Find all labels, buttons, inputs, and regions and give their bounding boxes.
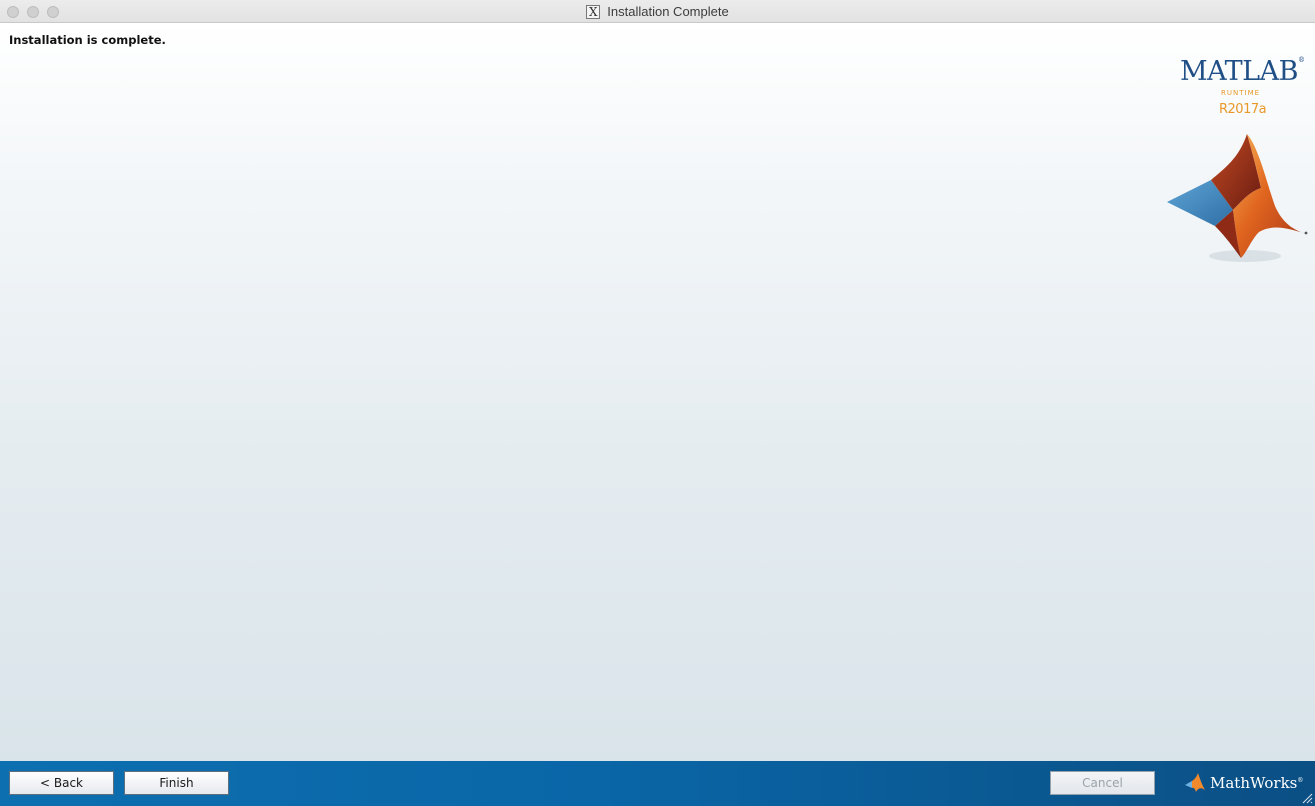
content-panel: Installation is complete. bbox=[0, 23, 1315, 761]
window-title-group: X Installation Complete bbox=[0, 0, 1315, 23]
resize-grip-icon[interactable] bbox=[1301, 792, 1313, 804]
release-label: R2017a bbox=[1219, 102, 1267, 117]
mathworks-logo: MathWorks® bbox=[1184, 771, 1303, 795]
matlab-wordmark: MATLAB® bbox=[1180, 56, 1305, 87]
installer-window: X Installation Complete Installation is … bbox=[0, 0, 1315, 806]
completion-message: Installation is complete. bbox=[9, 33, 166, 47]
back-button[interactable]: < Back bbox=[9, 771, 114, 795]
mathworks-logo-icon bbox=[1185, 773, 1205, 792]
button-bar: < Back Finish Cancel MathWorks® bbox=[0, 761, 1315, 806]
window-title: Installation Complete bbox=[607, 4, 729, 19]
matlab-membrane-icon bbox=[1167, 134, 1308, 262]
cancel-button[interactable]: Cancel bbox=[1050, 771, 1155, 795]
x11-icon: X bbox=[586, 4, 601, 19]
runtime-label: RUNTIME bbox=[1221, 89, 1261, 97]
title-bar: X Installation Complete bbox=[0, 0, 1315, 23]
finish-button[interactable]: Finish bbox=[124, 771, 229, 795]
mathworks-wordmark: MathWorks® bbox=[1210, 774, 1304, 792]
